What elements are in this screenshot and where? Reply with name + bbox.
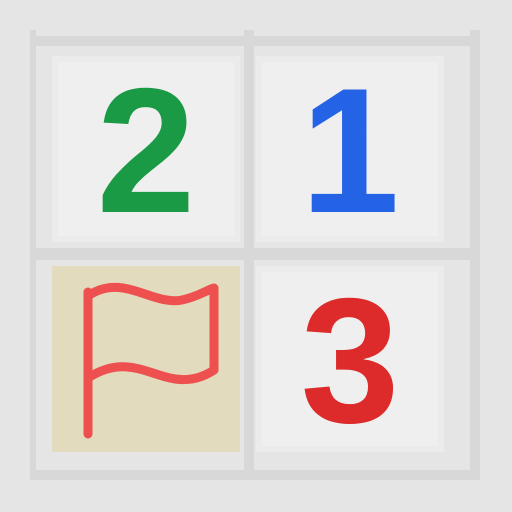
cell-revealed[interactable]: 3	[256, 266, 444, 452]
cell-number: 2	[96, 51, 196, 250]
minesweeper-board: 2 1 3	[0, 0, 512, 512]
grid-line	[30, 470, 480, 480]
cell-number: 3	[300, 261, 400, 460]
cell-revealed[interactable]: 2	[52, 56, 240, 242]
cell-revealed[interactable]: 1	[256, 56, 444, 242]
flag-icon	[83, 282, 219, 439]
grid-line	[30, 36, 480, 46]
cell-number: 1	[300, 51, 400, 250]
cell-flagged[interactable]	[52, 266, 240, 452]
